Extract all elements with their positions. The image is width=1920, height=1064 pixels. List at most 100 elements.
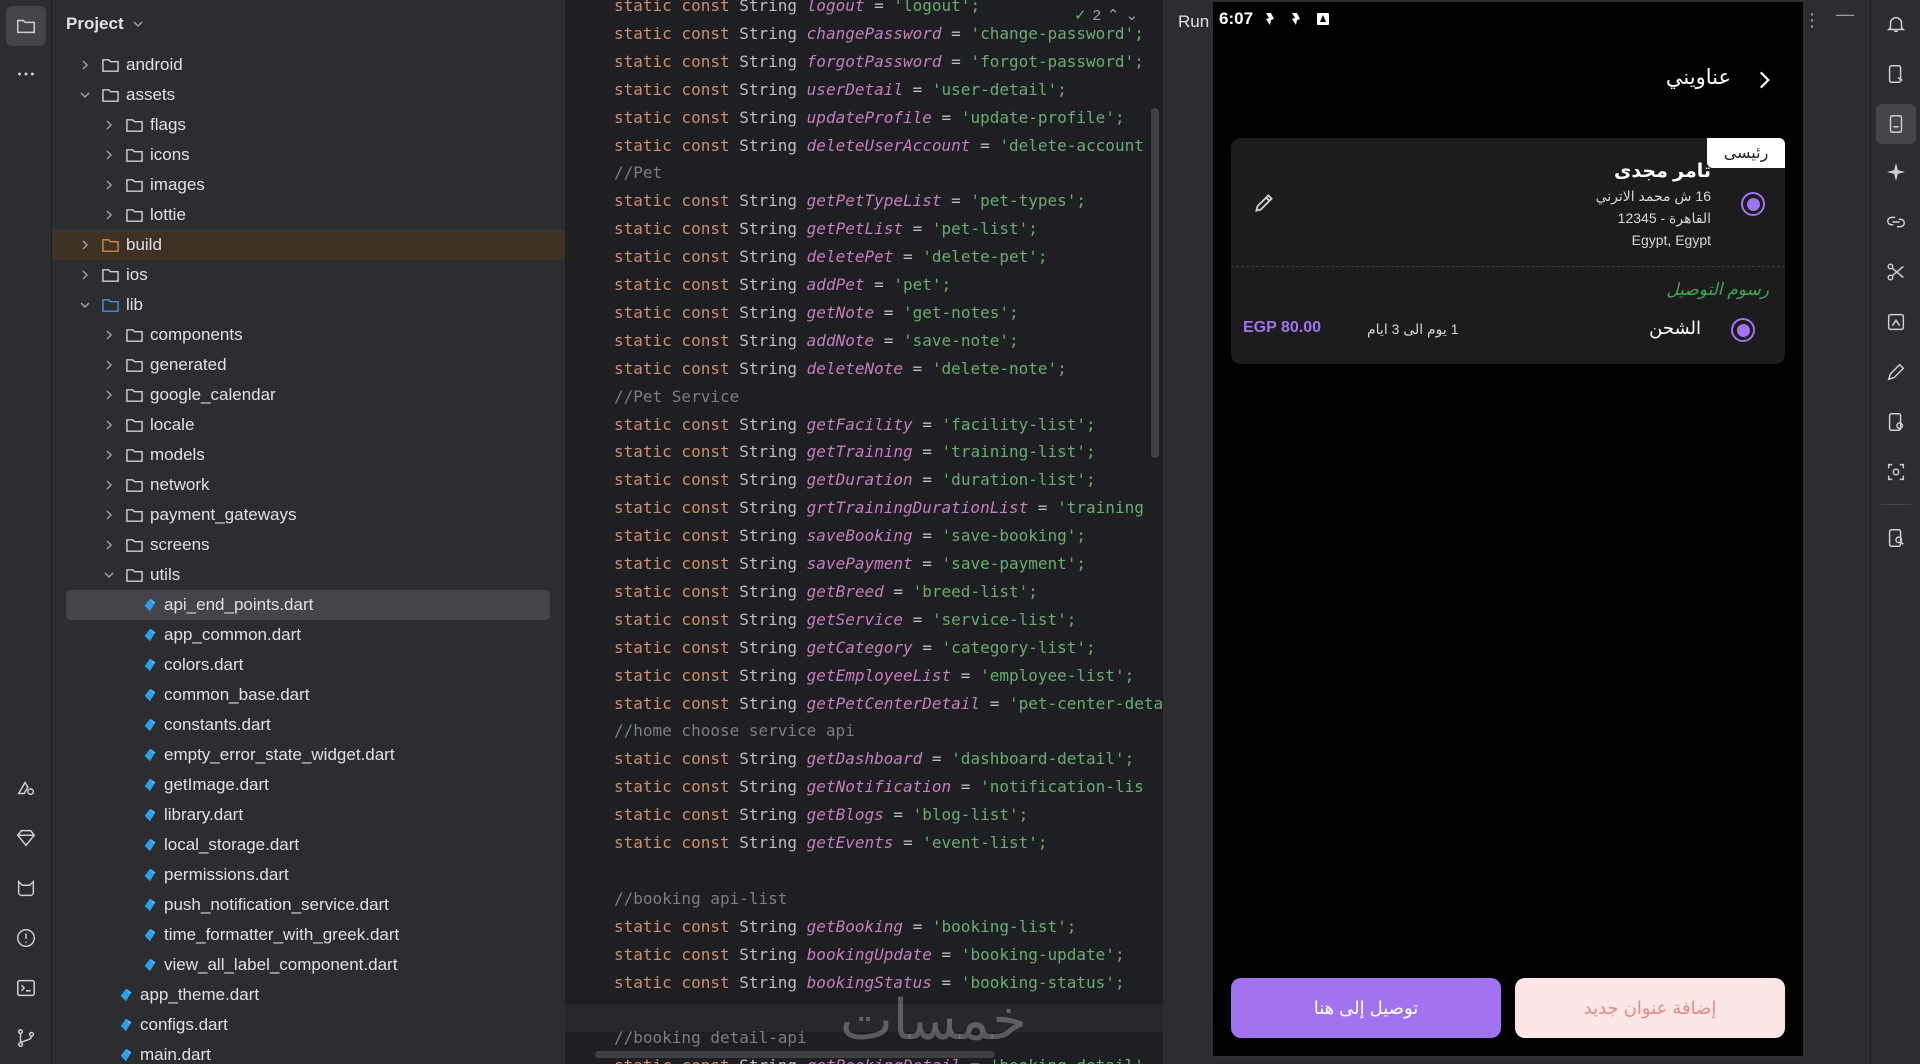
ai-assistant-button[interactable] xyxy=(1876,152,1916,192)
tree-file-item[interactable]: library.dart xyxy=(66,800,550,830)
flutter-inspector-button[interactable] xyxy=(6,768,46,808)
tree-folder-item[interactable]: network xyxy=(66,470,550,500)
tree-file-item[interactable]: view_all_label_component.dart xyxy=(66,950,550,980)
tree-folder-item[interactable]: lib xyxy=(66,290,550,320)
tree-file-item[interactable]: configs.dart xyxy=(66,1010,550,1040)
code-type: String xyxy=(739,916,807,936)
tree-file-item[interactable]: empty_error_state_widget.dart xyxy=(66,740,550,770)
editor-vertical-scrollbar[interactable] xyxy=(1151,108,1159,458)
deliver-here-button[interactable]: توصيل إلى هنا xyxy=(1231,978,1501,1038)
tree-folder-item[interactable]: icons xyxy=(66,140,550,170)
chevron-right-icon[interactable] xyxy=(102,208,116,222)
device-manager-button[interactable] xyxy=(1876,54,1916,94)
address-name: تامر مجدى xyxy=(1614,161,1711,182)
code-operator: = xyxy=(883,805,913,825)
resource-editor-button[interactable] xyxy=(1876,352,1916,392)
chevron-down-icon[interactable]: ⌄ xyxy=(1126,6,1139,24)
tree-file-item[interactable]: permissions.dart xyxy=(66,860,550,890)
tree-file-item[interactable]: api_end_points.dart xyxy=(66,590,550,620)
shipping-radio[interactable] xyxy=(1731,318,1755,342)
tree-file-item[interactable]: getImage.dart xyxy=(66,770,550,800)
tree-file-item[interactable]: local_storage.dart xyxy=(66,830,550,860)
tree-folder-item[interactable]: images xyxy=(66,170,550,200)
tree-file-item[interactable]: constants.dart xyxy=(66,710,550,740)
chevron-down-icon[interactable] xyxy=(78,88,92,102)
project-tool-button[interactable] xyxy=(6,6,46,46)
chevron-right-icon[interactable] xyxy=(78,238,92,252)
tree-folder-item[interactable]: assets xyxy=(66,80,550,110)
tree-file-item[interactable]: app_common.dart xyxy=(66,620,550,650)
tree-folder-item[interactable]: google_calendar xyxy=(66,380,550,410)
app-inspection-button[interactable] xyxy=(1876,402,1916,442)
tree-file-item[interactable]: time_formatter_with_greek.dart xyxy=(66,920,550,950)
tree-file-item[interactable]: push_notification_service.dart xyxy=(66,890,550,920)
device-explorer-button[interactable] xyxy=(1876,518,1916,558)
code-operator: = xyxy=(912,442,942,462)
address-radio[interactable] xyxy=(1741,192,1765,216)
dart-analysis-button[interactable] xyxy=(6,868,46,908)
folder-icon xyxy=(124,146,144,164)
tree-folder-item[interactable]: flags xyxy=(66,110,550,140)
minimize-icon[interactable]: — xyxy=(1836,4,1854,25)
tree-folder-item[interactable]: android xyxy=(66,50,550,80)
screenshot-button[interactable] xyxy=(1876,452,1916,492)
tree-folder-item[interactable]: components xyxy=(66,320,550,350)
chevron-down-icon[interactable] xyxy=(78,298,92,312)
chevron-right-icon[interactable] xyxy=(102,448,116,462)
tree-file-item[interactable]: common_base.dart xyxy=(66,680,550,710)
run-panel-title[interactable]: Run xyxy=(1178,12,1209,32)
tree-folder-item[interactable]: utils xyxy=(66,560,550,590)
terminal-button[interactable] xyxy=(6,968,46,1008)
more-vertical-icon[interactable]: ⋮ xyxy=(1803,10,1821,31)
chevron-right-icon[interactable] xyxy=(78,268,92,282)
tree-folder-item[interactable]: models xyxy=(66,440,550,470)
more-tools-button[interactable] xyxy=(6,54,46,94)
devtools-button[interactable] xyxy=(6,818,46,858)
chevron-right-icon[interactable] xyxy=(102,418,116,432)
chevron-down-icon[interactable] xyxy=(102,568,116,582)
chevron-right-icon[interactable] xyxy=(102,508,116,522)
pencil-icon[interactable] xyxy=(1251,190,1277,216)
tree-item-label: lib xyxy=(126,295,144,314)
tree-folder-item[interactable]: locale xyxy=(66,410,550,440)
tree-folder-item[interactable]: ios xyxy=(66,260,550,290)
chevron-right-icon[interactable] xyxy=(78,58,92,72)
notifications-button[interactable] xyxy=(1876,4,1916,44)
chevron-right-icon[interactable] xyxy=(102,388,116,402)
problems-button[interactable] xyxy=(6,918,46,958)
tree-folder-item[interactable]: screens xyxy=(66,530,550,560)
address-card[interactable]: رئيسى تامر مجدى 16 ش محمد الاترني القاهر… xyxy=(1231,138,1785,364)
chevron-right-icon[interactable] xyxy=(102,358,116,372)
chevron-right-icon[interactable] xyxy=(102,118,116,132)
layout-inspector-button[interactable] xyxy=(1876,302,1916,342)
chevron-right-icon[interactable] xyxy=(102,328,116,342)
tree-folder-item[interactable]: lottie xyxy=(66,200,550,230)
git-button[interactable] xyxy=(6,1018,46,1058)
chevron-right-icon[interactable] xyxy=(1751,67,1777,93)
chevron-up-icon[interactable]: ⌃ xyxy=(1107,6,1120,24)
app-inspection-icon xyxy=(1888,413,1904,431)
tree-folder-item[interactable]: payment_gateways xyxy=(66,500,550,530)
tree-folder-item[interactable]: generated xyxy=(66,350,550,380)
chevron-right-icon[interactable] xyxy=(102,478,116,492)
add-new-address-button[interactable]: إضافة عنوان جديد xyxy=(1515,978,1785,1038)
inspection-widget[interactable]: ✓ 2 ⌃ ⌄ xyxy=(1070,4,1143,26)
tree-file-item[interactable]: main.dart xyxy=(66,1040,550,1064)
code-editor[interactable]: static const String logout = 'logout'; st… xyxy=(565,0,1163,1064)
link-tool-button[interactable] xyxy=(1876,202,1916,242)
tree-file-item[interactable]: app_theme.dart xyxy=(66,980,550,1010)
tree-file-item[interactable]: colors.dart xyxy=(66,650,550,680)
tree-folder-item[interactable]: build xyxy=(52,230,565,260)
running-devices-button[interactable] xyxy=(1876,104,1916,144)
sparkle-icon xyxy=(1886,162,1906,182)
chevron-right-icon[interactable] xyxy=(102,148,116,162)
code-keyword: static const xyxy=(614,0,740,15)
chevron-right-icon[interactable] xyxy=(102,178,116,192)
code-type: String xyxy=(739,23,807,43)
chevron-right-icon[interactable] xyxy=(102,538,116,552)
code-keyword: static const xyxy=(614,191,740,211)
tools-button[interactable] xyxy=(1876,252,1916,292)
code-line: static const String addPet = 'pet'; xyxy=(614,271,951,298)
code-string: 'dashboard-detail'; xyxy=(951,749,1135,769)
project-panel-header[interactable]: Project xyxy=(52,0,565,48)
